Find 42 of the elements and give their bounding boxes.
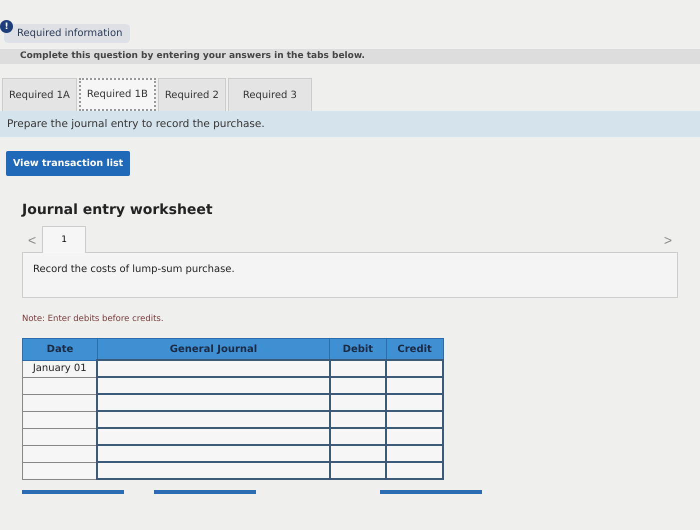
button-bar[interactable] bbox=[154, 490, 256, 494]
debit-input[interactable] bbox=[330, 395, 386, 410]
credit-input[interactable] bbox=[387, 361, 442, 376]
date-cell: January 01 bbox=[22, 360, 98, 377]
credit-input[interactable] bbox=[387, 395, 442, 410]
view-transaction-list-button[interactable]: View transaction list bbox=[6, 151, 130, 176]
account-input[interactable] bbox=[98, 378, 328, 393]
alert-icon: ! bbox=[0, 20, 13, 33]
debit-input[interactable] bbox=[330, 463, 386, 478]
debit-input[interactable] bbox=[330, 429, 386, 444]
tab[interactable]: Required 2 bbox=[158, 78, 226, 111]
account-input[interactable] bbox=[98, 395, 328, 410]
credit-input[interactable] bbox=[387, 412, 442, 427]
credit-input[interactable] bbox=[387, 463, 442, 478]
notice-label: Required information bbox=[17, 28, 122, 39]
worksheet-title: Journal entry worksheet bbox=[22, 202, 214, 218]
column-header: Debit bbox=[330, 338, 386, 360]
description-box: Record the costs of lump-sum purchase. bbox=[22, 253, 678, 298]
credit-input[interactable] bbox=[387, 446, 442, 461]
button-bar[interactable] bbox=[380, 490, 482, 494]
column-header: Date bbox=[22, 338, 98, 360]
note-text: Note: Enter debits before credits. bbox=[22, 314, 165, 324]
debit-input[interactable] bbox=[330, 361, 386, 376]
account-input[interactable] bbox=[98, 361, 328, 376]
button-bar[interactable] bbox=[22, 490, 124, 494]
account-input[interactable] bbox=[98, 463, 328, 478]
debit-input[interactable] bbox=[330, 412, 386, 427]
account-input[interactable] bbox=[98, 412, 328, 427]
credit-input[interactable] bbox=[387, 378, 442, 393]
prompt-bar: Prepare the journal entry to record the purchase. bbox=[0, 111, 700, 137]
debit-input[interactable] bbox=[330, 446, 386, 461]
credit-input[interactable] bbox=[387, 429, 442, 444]
instruction-text: Complete this question by entering your answers in the tabs below. bbox=[0, 49, 700, 64]
tab[interactable]: Required 1A bbox=[2, 78, 77, 111]
tab[interactable]: Required 1B bbox=[78, 78, 156, 111]
tab[interactable]: Required 3 bbox=[228, 78, 312, 111]
page-tab[interactable]: 1 bbox=[42, 226, 86, 253]
column-header: General Journal bbox=[97, 338, 330, 360]
debit-input[interactable] bbox=[330, 378, 386, 393]
account-input[interactable] bbox=[98, 429, 328, 444]
account-input[interactable] bbox=[98, 446, 328, 461]
column-header: Credit bbox=[386, 338, 443, 360]
